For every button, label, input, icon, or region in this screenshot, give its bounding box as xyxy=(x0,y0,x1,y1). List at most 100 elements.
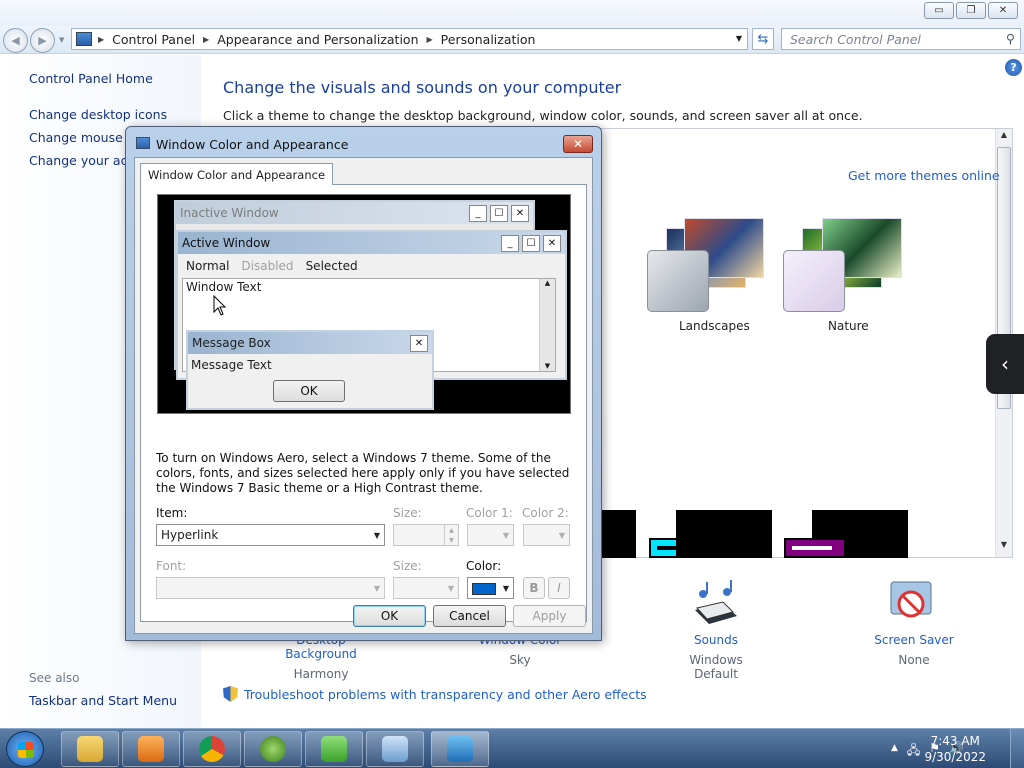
control-panel-icon xyxy=(382,736,408,762)
size-label: Size: xyxy=(393,506,422,520)
window-text-scrollbar[interactable]: ▲ ▼ xyxy=(539,279,555,371)
font-select[interactable]: ▼ xyxy=(156,577,385,599)
taskbar-chrome[interactable] xyxy=(183,731,241,767)
breadcrumb-control-panel[interactable]: Control Panel xyxy=(112,32,195,47)
control-panel-home-link[interactable]: Control Panel Home xyxy=(29,71,153,86)
menu-normal[interactable]: Normal xyxy=(182,259,233,273)
taskbar-personalization[interactable] xyxy=(431,731,489,767)
address-row: ◀ ▶ ▼ ▶ Control Panel ▶ Appearance and P… xyxy=(0,26,1024,54)
item-label: Item: xyxy=(156,506,188,520)
taskbar-media-player[interactable] xyxy=(122,731,180,767)
shield-icon xyxy=(223,686,238,702)
taskbar-file-explorer[interactable] xyxy=(61,731,119,767)
nature-theme-label[interactable]: Nature xyxy=(828,319,869,333)
font-label: Font: xyxy=(156,559,187,573)
size-spinner[interactable]: ▲ ▼ xyxy=(393,524,459,546)
apply-button[interactable]: Apply xyxy=(513,605,586,627)
close-icon: ✕ xyxy=(410,335,428,352)
chrome-icon xyxy=(199,736,225,762)
landscapes-theme-label[interactable]: Landscapes xyxy=(679,319,750,333)
chevron-down-icon: ▼ xyxy=(373,584,380,593)
landscapes-theme-tile[interactable] xyxy=(647,250,709,312)
caption-buttons: ▭ ❐ ✕ xyxy=(924,2,1018,19)
mouse-cursor-icon xyxy=(213,295,227,316)
taskbar-greenshot[interactable] xyxy=(305,731,363,767)
breadcrumb-personalization[interactable]: Personalization xyxy=(441,32,536,47)
color2-picker[interactable]: ▼ xyxy=(523,524,570,546)
cancel-button[interactable]: Cancel xyxy=(433,605,506,627)
sounds-setting[interactable]: Sounds Windows Default xyxy=(666,633,766,681)
back-arrow-icon: ◀ xyxy=(11,34,20,47)
help-icon[interactable]: ? xyxy=(1005,59,1022,76)
screen-saver-icon[interactable] xyxy=(887,578,939,628)
troubleshoot-link[interactable]: Troubleshoot problems with transparency … xyxy=(223,686,647,702)
bold-button[interactable]: B xyxy=(523,577,545,599)
screen-saver-link[interactable]: Screen Saver xyxy=(870,633,958,647)
taskbar-windows-app[interactable] xyxy=(244,731,302,767)
tab-window-color-appearance[interactable]: Window Color and Appearance xyxy=(140,163,334,185)
high-contrast-swatch[interactable] xyxy=(601,510,636,558)
preview-ok-button[interactable]: OK xyxy=(273,380,345,402)
item-select[interactable]: Hyperlink ▼ xyxy=(156,524,385,546)
chevron-down-icon: ▼ xyxy=(502,584,509,593)
address-dropdown-icon[interactable]: ▼ xyxy=(736,34,742,43)
color1-picker[interactable]: ▼ xyxy=(467,524,514,546)
show-desktop-button[interactable] xyxy=(1010,729,1024,768)
dialog-client: Window Color and Appearance Inactive Win… xyxy=(134,157,593,634)
start-button[interactable] xyxy=(6,731,44,767)
screen-saver-value: None xyxy=(898,653,930,667)
breadcrumb-separator-icon: ▶ xyxy=(98,34,105,44)
forward-button[interactable]: ▶ xyxy=(30,28,55,53)
recent-pages-dropdown[interactable]: ▼ xyxy=(59,36,64,44)
get-more-themes-link[interactable]: Get more themes online xyxy=(848,168,1000,183)
back-button[interactable]: ◀ xyxy=(3,28,28,53)
nature-theme-tile[interactable] xyxy=(783,250,845,312)
font-size-select[interactable]: ▼ xyxy=(393,577,459,599)
scroll-down-icon[interactable]: ▼ xyxy=(996,540,1012,556)
breadcrumb-appearance[interactable]: Appearance and Personalization xyxy=(217,32,418,47)
scroll-up-icon[interactable]: ▲ xyxy=(996,130,1012,146)
minimize-icon: _ xyxy=(501,235,519,252)
show-hidden-icons-icon[interactable]: ▲ xyxy=(891,743,898,762)
inactive-window-label: Inactive Window xyxy=(180,206,279,220)
chevron-down-icon: ▼ xyxy=(373,531,380,540)
system-clock[interactable]: 7:43 AM 9/30/2022 xyxy=(924,733,986,765)
sounds-link[interactable]: Sounds xyxy=(666,633,766,647)
active-window-controls: _ ☐ ✕ xyxy=(501,235,561,252)
tab-panel: Inactive Window _ ☐ ✕ Active Window _ ☐ … xyxy=(140,184,587,622)
see-also-heading: See also xyxy=(29,671,80,685)
forward-arrow-icon: ▶ xyxy=(38,34,47,47)
taskbar-control-panel[interactable] xyxy=(366,731,424,767)
message-box-label: Message Box xyxy=(192,336,271,350)
dialog-title: Window Color and Appearance xyxy=(156,137,349,152)
breadcrumb-separator-icon: ▶ xyxy=(203,34,210,44)
ok-button[interactable]: OK xyxy=(353,605,426,627)
address-bar[interactable]: ▶ Control Panel ▶ Appearance and Persona… xyxy=(71,28,748,50)
window-titlebar: ▭ ❐ ✕ xyxy=(0,0,1024,26)
italic-button[interactable]: I xyxy=(548,577,570,599)
high-contrast-swatch[interactable] xyxy=(676,510,772,558)
taskbar-start-menu-link[interactable]: Taskbar and Start Menu xyxy=(29,693,177,708)
refresh-button[interactable]: ⇆ xyxy=(752,28,774,50)
close-window-button[interactable]: ✕ xyxy=(988,2,1018,19)
troubleshoot-label[interactable]: Troubleshoot problems with transparency … xyxy=(244,687,647,702)
network-icon[interactable]: 🖧 xyxy=(907,741,920,762)
screen-saver-setting[interactable]: Screen Saver None xyxy=(870,633,958,667)
font-color-picker[interactable]: ▼ xyxy=(467,577,514,599)
size-spinner-arrows[interactable]: ▲ ▼ xyxy=(444,525,458,545)
chevron-left-icon: ‹ xyxy=(1001,352,1009,376)
restore-button[interactable]: ❐ xyxy=(956,2,986,19)
sounds-icon[interactable] xyxy=(689,580,741,628)
message-box-preview[interactable]: Message Box ✕ Message Text OK xyxy=(186,330,434,410)
chevron-down-icon: ▼ xyxy=(447,584,454,593)
greenshot-icon xyxy=(321,736,347,762)
menu-disabled[interactable]: Disabled xyxy=(237,259,297,273)
search-icon[interactable]: ⚲ xyxy=(1006,31,1015,46)
preview-menu-bar: Normal Disabled Selected xyxy=(182,259,366,273)
menu-selected[interactable]: Selected xyxy=(302,259,362,273)
dialog-close-button[interactable]: ✕ xyxy=(563,135,593,153)
change-desktop-icons-link[interactable]: Change desktop icons xyxy=(29,107,167,122)
minimize-button[interactable]: ▭ xyxy=(924,2,954,19)
search-input[interactable]: Search Control Panel ⚲ xyxy=(781,28,1021,50)
side-panel-toggle[interactable]: ‹ xyxy=(986,334,1024,394)
